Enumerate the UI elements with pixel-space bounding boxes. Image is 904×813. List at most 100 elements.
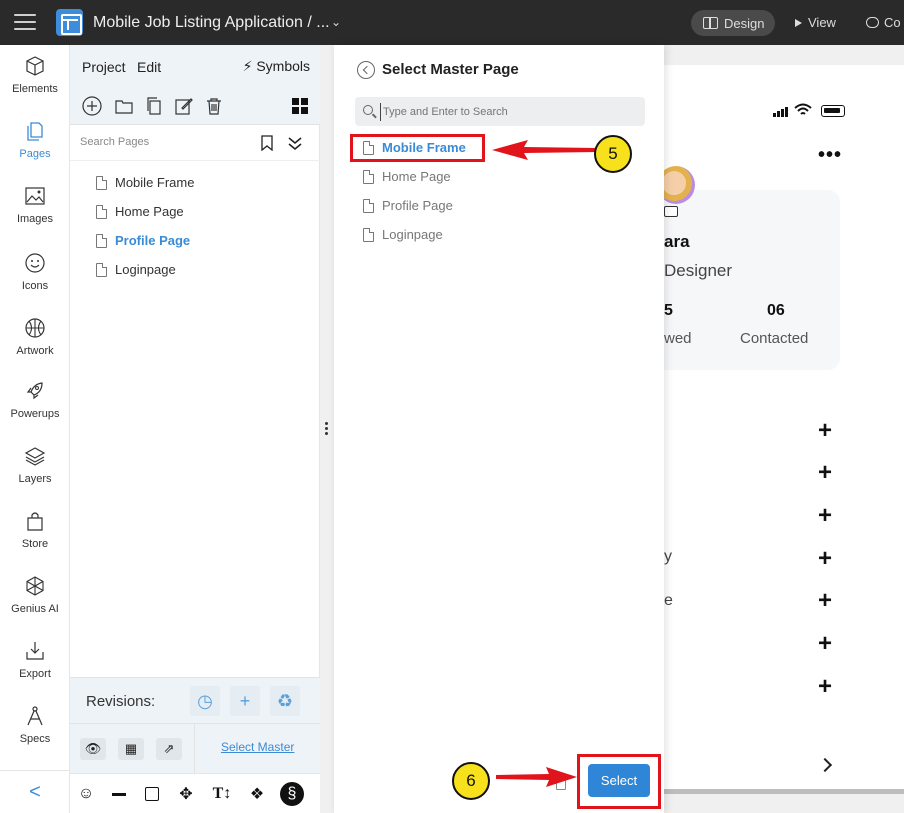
line-tool-icon[interactable] xyxy=(107,782,131,806)
page-file-icon xyxy=(96,262,107,277)
stat-viewed-value: 5 xyxy=(664,302,673,319)
rail-item-layers[interactable]: Layers xyxy=(0,445,70,485)
plugin-tool-icon[interactable]: § xyxy=(280,782,304,806)
play-icon xyxy=(795,18,802,27)
rail-item-icons[interactable]: Icons xyxy=(0,252,70,292)
page-file-icon xyxy=(96,204,107,219)
rail-label-icons: Icons xyxy=(21,280,49,292)
page-item-profile-page[interactable]: Profile Page xyxy=(96,233,190,248)
grid-icon[interactable]: ▦ xyxy=(118,738,144,760)
page-item-home-page[interactable]: Home Page xyxy=(96,204,184,219)
resize-icon[interactable]: ⇗ xyxy=(156,738,182,760)
plus-icon[interactable]: + xyxy=(818,589,832,613)
rail-item-artwork[interactable]: Artwork xyxy=(0,317,70,357)
master-item-loginpage[interactable]: Loginpage xyxy=(363,227,443,242)
rail-item-images[interactable]: Images xyxy=(0,185,70,225)
camera-icon[interactable] xyxy=(664,206,678,217)
layers-icon xyxy=(24,447,46,466)
rail-item-pages[interactable]: Pages xyxy=(0,120,70,160)
plus-icon[interactable]: + xyxy=(818,419,832,443)
plus-icon[interactable]: + xyxy=(818,632,832,656)
symbols-button[interactable]: ⚡︎ Symbols xyxy=(243,58,310,75)
profile-role: Designer xyxy=(664,261,733,280)
revisions-bar: Revisions: ◷ + ♻ xyxy=(70,677,320,723)
bag-icon xyxy=(27,512,43,531)
comment-label: Co xyxy=(884,15,901,30)
highlight-box-mobile-frame xyxy=(350,134,485,162)
profile-name: ara xyxy=(664,232,690,251)
more-options-icon[interactable]: ••• xyxy=(818,144,842,167)
cube-icon xyxy=(26,56,44,76)
recycle-icon[interactable]: ♻ xyxy=(270,686,300,716)
plus-icon[interactable]: + xyxy=(818,461,832,485)
document-title[interactable]: Mobile Job Listing Application / ... xyxy=(93,14,330,32)
rail-item-elements[interactable]: Elements xyxy=(0,55,70,95)
back-arrow-icon[interactable] xyxy=(357,61,375,79)
add-page-icon[interactable] xyxy=(82,96,102,116)
phone-screen[interactable] xyxy=(664,65,904,790)
stat-contacted-value: 06 xyxy=(767,302,785,319)
master-item-profile-page[interactable]: Profile Page xyxy=(363,198,453,213)
highlight-box-select xyxy=(577,754,661,809)
move-tool-icon[interactable]: ✥ xyxy=(174,782,198,806)
rectangle-tool-icon[interactable] xyxy=(140,782,164,806)
page-item-mobile-frame[interactable]: Mobile Frame xyxy=(96,175,194,190)
edit-icon[interactable] xyxy=(175,97,193,115)
component-tool-icon[interactable]: ❖ xyxy=(245,782,269,806)
stat-viewed-label: wed xyxy=(664,330,692,347)
tab-edit[interactable]: Edit xyxy=(137,59,161,75)
master-item-home-page[interactable]: Home Page xyxy=(363,169,451,184)
pages-panel-footer: 👁︎ ▦ ⇗ Select Master xyxy=(70,723,320,774)
signal-icon xyxy=(785,107,788,117)
rail-label-specs: Specs xyxy=(19,733,51,745)
design-mode-button[interactable]: Design xyxy=(691,10,775,36)
collapse-rail-button[interactable]: < xyxy=(0,770,70,813)
bookmark-icon[interactable] xyxy=(260,135,274,151)
rail-item-powerups[interactable]: Powerups xyxy=(0,380,70,420)
trash-icon[interactable] xyxy=(205,97,223,115)
grid-view-icon[interactable] xyxy=(291,97,309,115)
emoji-tool-icon[interactable]: ☺ xyxy=(74,782,98,806)
page-item-label: Mobile Frame xyxy=(115,175,195,190)
ai-icon xyxy=(26,576,44,596)
plus-icon[interactable]: + xyxy=(818,504,832,528)
comment-button[interactable]: Co xyxy=(866,15,901,30)
top-bar: Mobile Job Listing Application / ... ⌄ D… xyxy=(0,0,904,45)
add-revision-icon[interactable]: + xyxy=(230,686,260,716)
hamburger-menu-icon[interactable] xyxy=(14,14,36,30)
signal-icon xyxy=(781,109,784,117)
rail-label-artwork: Artwork xyxy=(16,345,54,357)
page-item-label: Profile Page xyxy=(115,233,191,248)
tab-project[interactable]: Project xyxy=(82,59,126,75)
eye-icon[interactable]: 👁︎ xyxy=(80,738,106,760)
master-search-input[interactable] xyxy=(380,103,635,121)
rail-item-export[interactable]: Export xyxy=(0,640,70,680)
rail-label-images: Images xyxy=(16,213,54,225)
stat-contacted-label: Contacted xyxy=(740,330,809,347)
plus-icon[interactable]: + xyxy=(818,547,832,571)
revision-history-icon[interactable]: ◷ xyxy=(190,686,220,716)
horizontal-scrollbar[interactable] xyxy=(664,789,904,794)
search-pages-placeholder: Search Pages xyxy=(80,136,150,148)
search-pages-input[interactable]: Search Pages xyxy=(70,125,320,161)
master-search-box xyxy=(355,97,645,126)
panel-resize-handle[interactable] xyxy=(325,422,329,436)
rail-label-genius-ai: Genius AI xyxy=(11,603,59,615)
page-item-loginpage[interactable]: Loginpage xyxy=(96,262,176,277)
folder-icon[interactable] xyxy=(115,97,133,115)
duplicate-icon[interactable] xyxy=(145,97,163,115)
app-logo-icon xyxy=(56,9,83,36)
view-button[interactable]: View xyxy=(795,15,836,30)
text-tool-icon[interactable]: T↕ xyxy=(210,782,234,806)
chevron-down-icon[interactable]: ⌄ xyxy=(331,15,341,29)
rail-item-genius-ai[interactable]: Genius AI xyxy=(0,575,70,615)
select-master-link[interactable]: Select Master xyxy=(221,740,294,754)
design-icon xyxy=(703,17,718,29)
double-chevron-down-icon[interactable] xyxy=(287,135,303,151)
compass-icon xyxy=(27,706,43,726)
symbols-label: Symbols xyxy=(256,58,310,74)
step-badge-6: 6 xyxy=(452,762,490,800)
rail-item-specs[interactable]: Specs xyxy=(0,705,70,745)
rail-item-store[interactable]: Store xyxy=(0,510,70,550)
plus-icon[interactable]: + xyxy=(818,675,832,699)
